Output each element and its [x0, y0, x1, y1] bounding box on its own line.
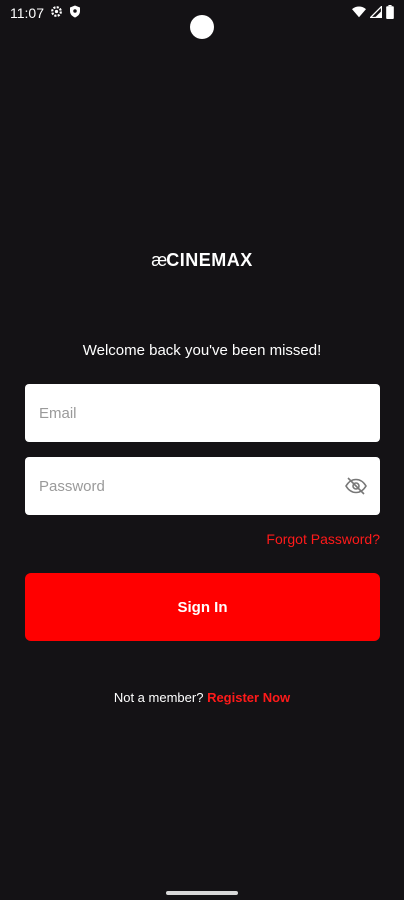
email-field-container[interactable]: [25, 384, 380, 442]
welcome-text: Welcome back you've been missed!: [82, 342, 322, 359]
register-prompt: Not a member?: [113, 690, 204, 705]
logo-text: CINEMAX: [166, 250, 253, 270]
status-time: 11:07: [10, 5, 44, 21]
status-bar-right: [352, 4, 394, 22]
email-field[interactable]: [37, 403, 368, 423]
wifi-icon: [352, 5, 366, 21]
eye-off-icon[interactable]: [344, 474, 368, 498]
register-now-link[interactable]: Register Now: [207, 690, 290, 705]
camera-cutout: [190, 15, 214, 39]
forgot-password-link[interactable]: Forgot Password?: [266, 531, 380, 547]
cinemax-logo: æCINEMAX: [0, 250, 404, 271]
password-field[interactable]: [37, 476, 344, 496]
password-field-container[interactable]: [25, 457, 380, 515]
gear-icon: [50, 5, 63, 21]
shield-icon: [69, 5, 81, 21]
logo-mark: æ: [151, 250, 167, 270]
sign-in-button[interactable]: Sign In: [25, 573, 380, 641]
signal-icon: [368, 4, 383, 21]
register-row: Not a member? Register Now: [0, 690, 404, 705]
battery-icon: [386, 4, 394, 22]
home-indicator[interactable]: [166, 891, 238, 895]
status-bar-left: 11:07: [10, 5, 81, 21]
